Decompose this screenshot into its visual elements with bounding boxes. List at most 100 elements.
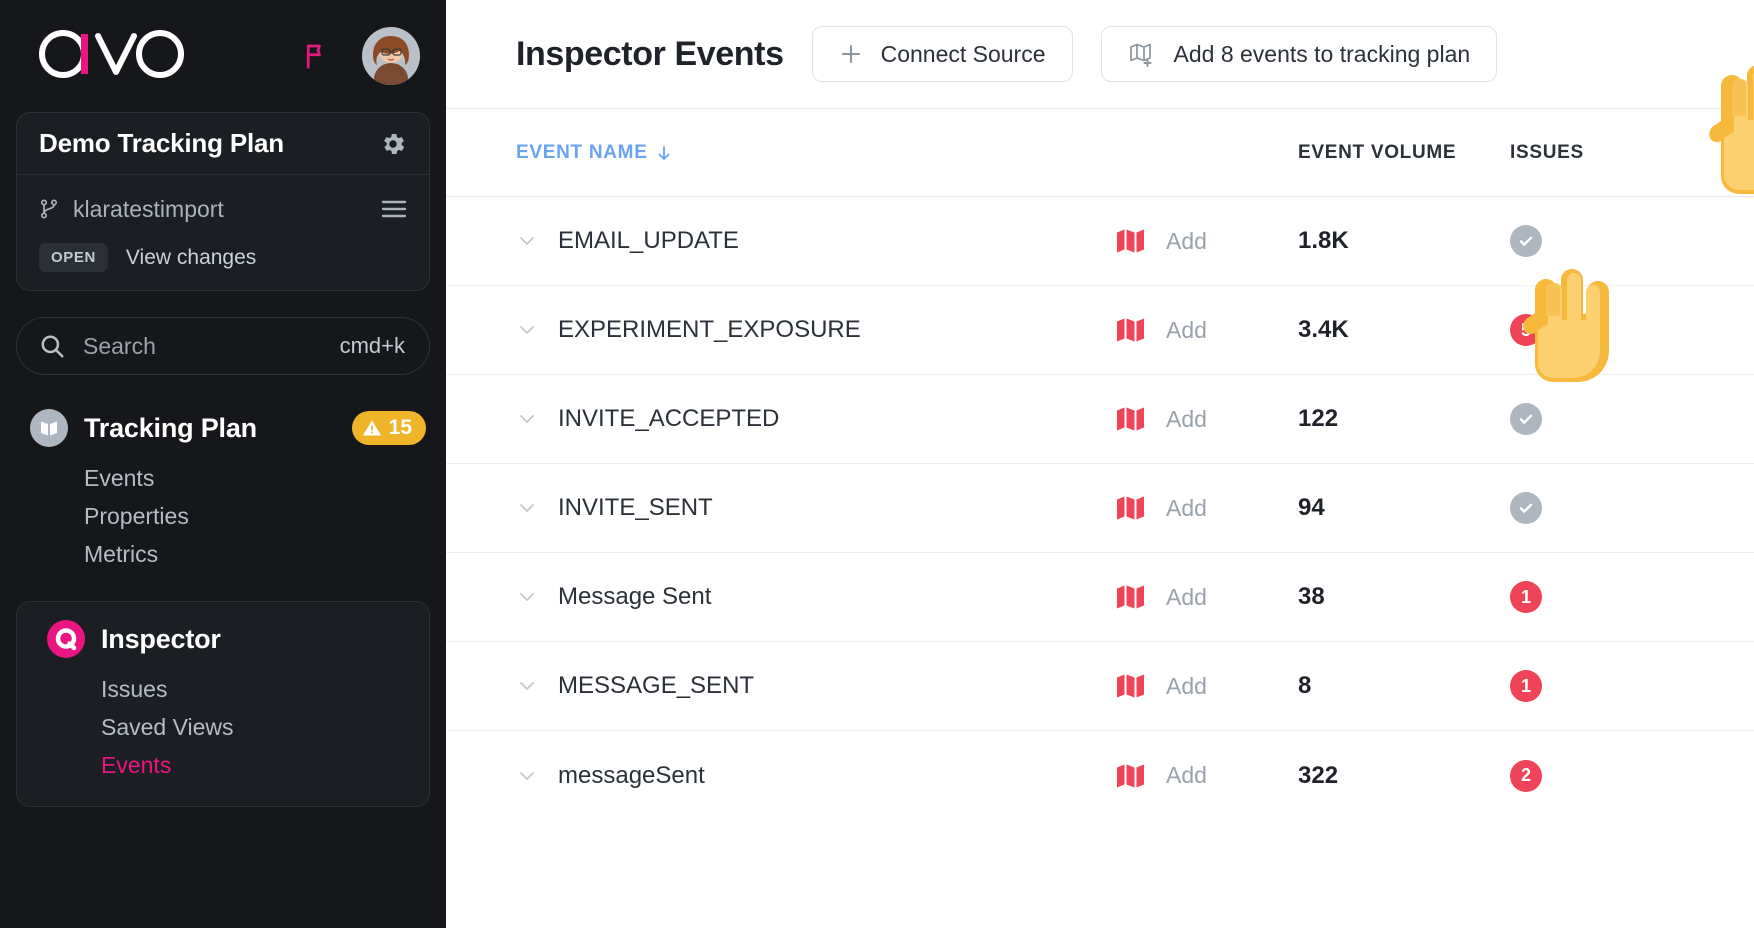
sidebar-header-actions [302,27,420,85]
status-ok-badge[interactable] [1510,492,1542,524]
add-to-tracking-plan-link[interactable]: Add [1166,317,1207,343]
expand-chevron-icon[interactable] [516,230,538,252]
map-plus-icon [1128,40,1156,68]
avatar[interactable] [362,27,420,85]
check-icon [1517,232,1535,250]
col-issues-label: ISSUES [1510,142,1584,163]
event-volume: 1.8K [1298,227,1349,254]
map-icon-cell [1116,673,1166,699]
warning-triangle-icon [362,418,382,438]
table-row[interactable]: EMAIL_UPDATEAdd1.8K [446,197,1754,286]
sidebar-item-insp-saved-views[interactable]: Saved Views [101,708,409,746]
sort-event-name[interactable]: EVENT NAME [516,142,672,164]
flag-icon[interactable] [302,41,332,71]
map-icon-red[interactable] [1116,406,1146,432]
add-to-tracking-plan-link[interactable]: Add [1166,673,1207,699]
col-issues: ISSUES [1510,142,1630,164]
event-name-cell: Message Sent [516,583,1116,611]
plan-header: Demo Tracking Plan [17,113,429,175]
expand-chevron-icon[interactable] [516,408,538,430]
status-ok-badge[interactable] [1510,403,1542,435]
avo-logo[interactable] [36,28,188,84]
sidebar-item-tracking-plan[interactable]: Tracking Plan 15 [20,409,426,447]
add-events-to-tracking-plan-button[interactable]: Add 8 events to tracking plan [1101,26,1498,82]
map-glyph [1116,228,1146,254]
status-ok-badge[interactable] [1510,225,1542,257]
add-to-tracking-plan-link[interactable]: Add [1166,406,1207,432]
add-cell: Add [1166,584,1298,611]
search-icon [39,333,65,359]
expand-chevron-icon[interactable] [516,497,538,519]
event-volume: 94 [1298,494,1325,521]
event-volume-cell: 122 [1298,405,1510,433]
issue-count-badge[interactable]: 1 [1510,581,1542,613]
event-name: messageSent [558,762,705,790]
hamburger-icon[interactable] [381,199,407,219]
map-icon-red[interactable] [1116,495,1146,521]
table-header-row: EVENT NAME EVENT VOLUME ISSUES [446,109,1754,197]
table-row[interactable]: Message Sent Add 381 [446,553,1754,642]
issues-cell [1510,492,1630,524]
table-row[interactable]: EXPERIMENT_EXPOSUREAdd3.4K5 [446,286,1754,375]
map-icon-red[interactable] [1116,584,1146,610]
add-cell: Add [1166,673,1298,700]
map-glyph [1116,317,1146,343]
sidebar-item-insp-issues[interactable]: Issues [101,670,409,708]
issue-count-badge[interactable]: 5 [1510,314,1542,346]
branch-left[interactable]: klaratestimport [39,196,224,223]
add-cell: Add [1166,762,1298,789]
warning-badge-count: 15 [389,416,412,440]
sidebar-section-label: Tracking Plan [84,413,336,444]
tracking-plan-card: Demo Tracking Plan [16,112,430,291]
issues-cell [1510,403,1630,435]
table-row[interactable]: MESSAGE_SENTAdd81 [446,642,1754,731]
sidebar-item-insp-events[interactable]: Events [101,746,409,784]
expand-chevron-icon[interactable] [516,586,538,608]
warning-badge[interactable]: 15 [352,411,426,445]
expand-chevron-icon[interactable] [516,319,538,341]
connect-source-button[interactable]: Connect Source [812,26,1073,82]
add-to-tracking-plan-link[interactable]: Add [1166,762,1207,788]
sidebar-item-tp-properties[interactable]: Properties [84,497,426,535]
issue-count-badge[interactable]: 2 [1510,760,1542,792]
event-volume-cell: 38 [1298,583,1510,611]
expand-chevron-icon[interactable] [516,765,538,787]
check-icon [1517,410,1535,428]
add-to-tracking-plan-link[interactable]: Add [1166,584,1207,610]
issue-count-badge[interactable]: 1 [1510,670,1542,702]
event-volume-cell: 1.8K [1298,227,1510,255]
add-to-tracking-plan-link[interactable]: Add [1166,228,1207,254]
plan-title: Demo Tracking Plan [39,128,284,159]
search-placeholder: Search [83,333,322,360]
table-row[interactable]: INVITE_SENTAdd94 [446,464,1754,553]
map-glyph [1116,763,1146,789]
map-icon-red[interactable] [1116,317,1146,343]
map-icon-cell [1116,406,1166,432]
issues-cell: 5 [1510,314,1630,346]
table-row[interactable]: INVITE_ACCEPTEDAdd122 [446,375,1754,464]
issues-cell: 1 [1510,670,1630,702]
events-table: EVENT NAME EVENT VOLUME ISSUES EMAIL_UPD… [446,109,1754,820]
add-to-tracking-plan-link[interactable]: Add [1166,495,1207,521]
sidebar-item-tp-events[interactable]: Events [84,459,426,497]
sidebar-item-inspector[interactable]: Inspector [37,620,409,658]
status-badge: OPEN [39,243,108,272]
sidebar-section-label: Inspector [101,624,409,655]
map-icon-red[interactable] [1116,228,1146,254]
search-input[interactable]: Search cmd+k [16,317,430,375]
view-changes-link[interactable]: View changes [126,246,256,270]
map-book-icon [30,409,68,447]
plus-icon [839,42,863,66]
map-icon-red[interactable] [1116,673,1146,699]
table-row[interactable]: messageSentAdd3222 [446,731,1754,820]
gear-icon[interactable] [379,130,407,158]
issues-cell: 2 [1510,760,1630,792]
sidebar-header [16,0,430,112]
map-icon-cell [1116,584,1166,610]
expand-chevron-icon[interactable] [516,675,538,697]
sidebar-item-tp-metrics[interactable]: Metrics [84,535,426,573]
col-event-name-label: EVENT NAME [516,142,648,164]
event-volume-cell: 94 [1298,494,1510,522]
map-icon-red[interactable] [1116,763,1146,789]
map-icon-cell [1116,763,1166,789]
